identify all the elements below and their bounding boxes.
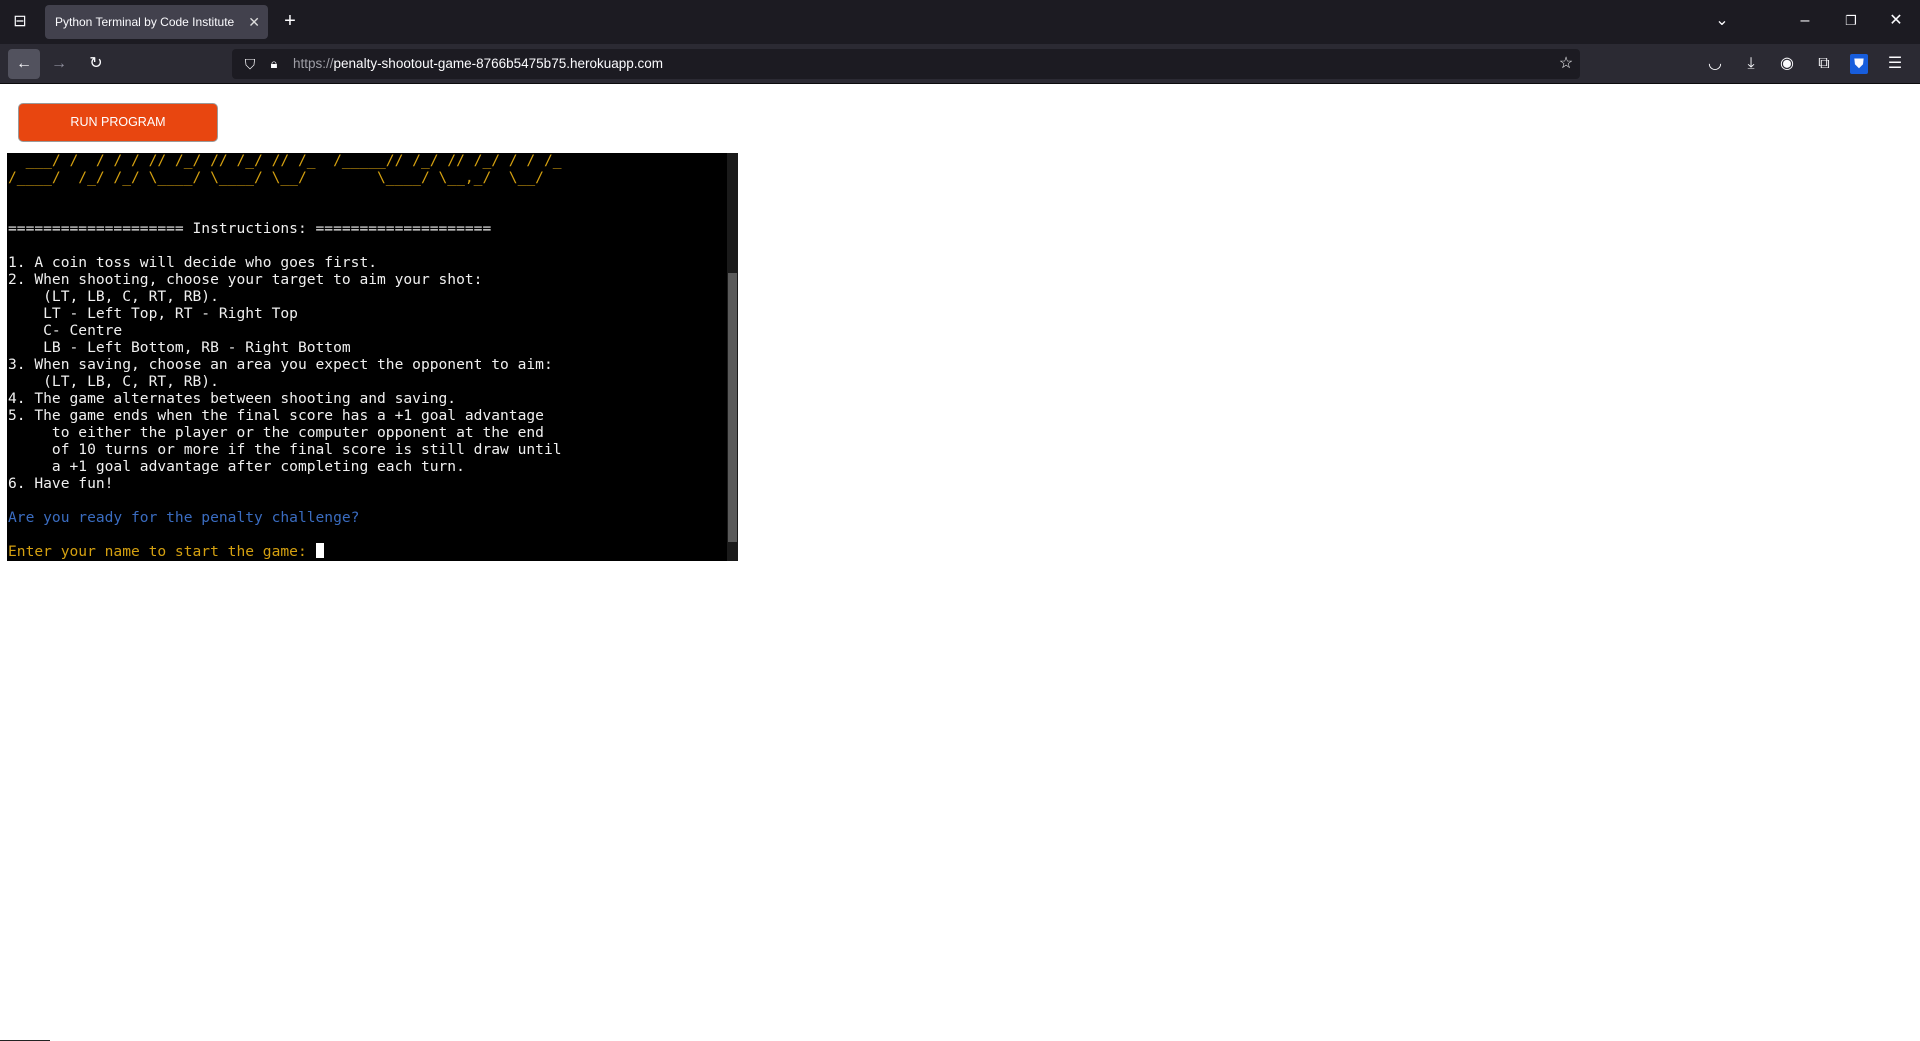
terminal[interactable]: ___/ / / / / // /_/ // /_/ // /_ /_____/…	[7, 153, 738, 561]
instruction-line: of 10 turns or more if the final score i…	[8, 441, 562, 458]
ascii-art-line: /____/ /_/ /_/ \____/ \____/ \__/ \____/…	[8, 169, 544, 186]
menu-icon[interactable]: ☰	[1883, 54, 1907, 74]
instruction-line: 6. Have fun!	[8, 475, 114, 492]
instruction-line: C- Centre	[8, 322, 123, 339]
instruction-line: 3. When saving, choose an area you expec…	[8, 356, 553, 373]
navigation-toolbar: ← → ↻ ⛉ 🔒︎ https://penalty-shootout-game…	[0, 44, 1920, 84]
account-icon[interactable]: ◉	[1775, 54, 1799, 74]
instructions-header: ==================== Instructions: =====…	[8, 220, 492, 237]
scrollbar-thumb[interactable]	[728, 273, 737, 542]
ascii-art-line: ___/ / / / / // /_/ // /_/ // /_ /_____/…	[8, 153, 562, 169]
instruction-line: (LT, LB, C, RT, RB).	[8, 373, 219, 390]
bookmark-star-icon[interactable]: ☆	[1554, 54, 1578, 74]
instruction-line: LB - Left Bottom, RB - Right Bottom	[8, 339, 351, 356]
close-icon[interactable]: ✕	[248, 5, 260, 39]
tab-bar: ⊟ Python Terminal by Code Institute ✕ + …	[0, 0, 1920, 44]
url-text[interactable]: https://penalty-shootout-game-8766b5475b…	[293, 56, 663, 71]
instruction-line: to either the player or the computer opp…	[8, 424, 544, 441]
restore-icon[interactable]: ❐	[1839, 11, 1863, 31]
url-bar[interactable]: ⛉ 🔒︎ https://penalty-shootout-game-8766b…	[232, 49, 1580, 79]
forward-icon[interactable]: →	[47, 54, 71, 74]
back-button[interactable]: ←	[8, 49, 40, 79]
instruction-line: 1. A coin toss will decide who goes firs…	[8, 254, 378, 271]
tab-overview-icon[interactable]: ⊟	[8, 12, 32, 32]
terminal-scrollbar[interactable]	[727, 153, 738, 561]
bitwarden-icon[interactable]: ⛊	[1850, 54, 1868, 74]
close-window-icon[interactable]: ✕	[1884, 11, 1908, 31]
download-icon[interactable]: ⤓	[1739, 54, 1763, 74]
list-tabs-icon[interactable]: ⌄	[1710, 11, 1734, 31]
extensions-icon[interactable]: ⧉	[1812, 54, 1836, 74]
instruction-line: 5. The game ends when the final score ha…	[8, 407, 544, 424]
instruction-line: 2. When shooting, choose your target to …	[8, 271, 483, 288]
shield-icon[interactable]: ⛉	[238, 54, 262, 74]
lock-icon[interactable]: 🔒︎	[262, 54, 286, 74]
instruction-line: 4. The game alternates between shooting …	[8, 390, 457, 407]
pocket-icon[interactable]: ◡	[1703, 54, 1727, 74]
reload-icon[interactable]: ↻	[84, 54, 108, 74]
back-icon: ←	[16, 55, 32, 72]
ready-question: Are you ready for the penalty challenge?	[8, 509, 360, 526]
instruction-line: (LT, LB, C, RT, RB).	[8, 288, 219, 305]
instruction-line: LT - Left Top, RT - Right Top	[8, 305, 298, 322]
run-program-button[interactable]: RUN PROGRAM	[18, 103, 218, 142]
terminal-cursor[interactable]	[315, 543, 324, 558]
tab-python-terminal[interactable]: Python Terminal by Code Institute ✕	[45, 5, 268, 39]
tab-title: Python Terminal by Code Institute	[55, 15, 235, 29]
instruction-line: a +1 goal advantage after completing eac…	[8, 458, 465, 475]
minimize-icon[interactable]: –	[1793, 11, 1817, 31]
new-tab-icon[interactable]: +	[278, 11, 302, 31]
name-prompt: Enter your name to start the game:	[8, 543, 316, 560]
terminal-output: ___/ / / / / // /_/ // /_/ // /_ /_____/…	[8, 153, 562, 560]
